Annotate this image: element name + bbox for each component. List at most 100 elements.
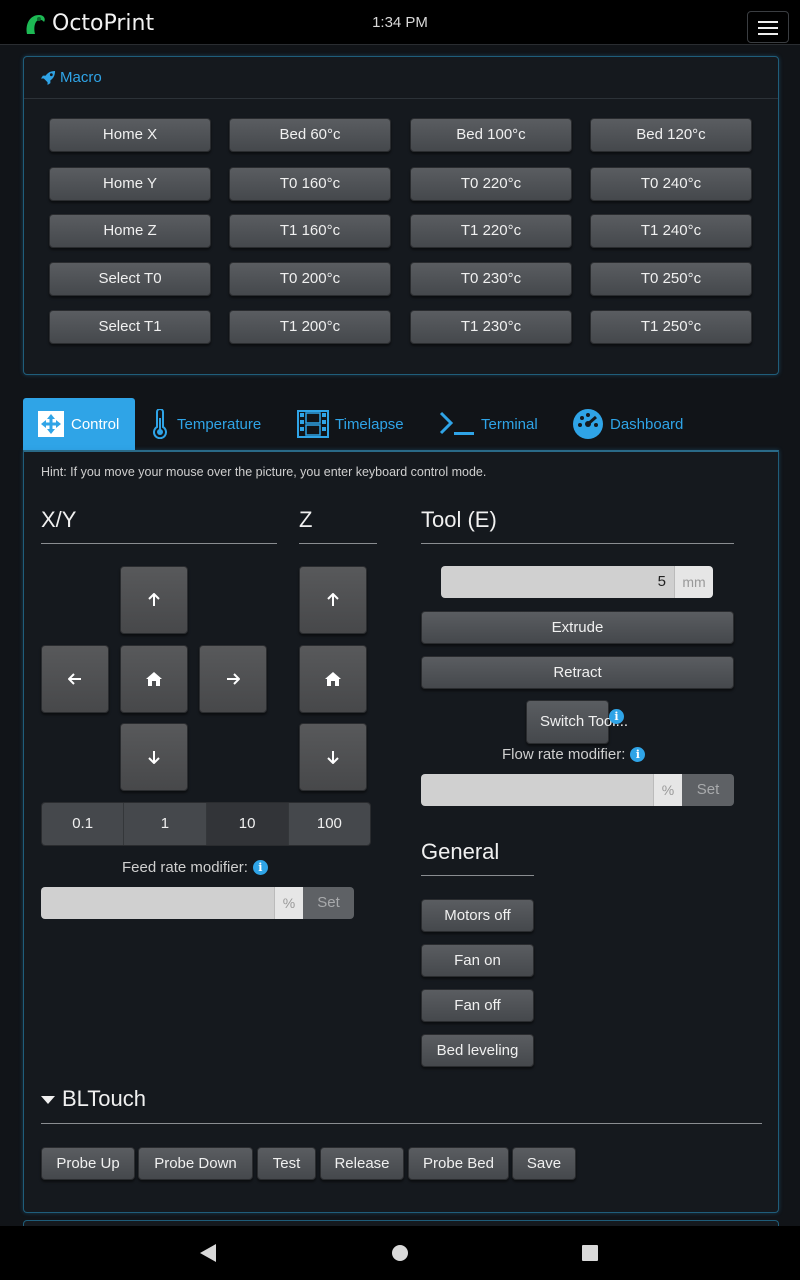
flow-rate-set-button[interactable]: Set bbox=[682, 774, 734, 806]
flow-rate-input[interactable] bbox=[421, 774, 653, 806]
home-xy-button[interactable] bbox=[120, 645, 188, 713]
macro-button[interactable]: T1 160°c bbox=[229, 214, 391, 248]
step-100-button[interactable]: 100 bbox=[288, 803, 370, 845]
bed-leveling-button[interactable]: Bed leveling bbox=[421, 1034, 534, 1067]
test-button[interactable]: Test bbox=[257, 1147, 316, 1180]
fan-off-button[interactable]: Fan off bbox=[421, 989, 534, 1022]
tab-label: Dashboard bbox=[610, 415, 684, 433]
macro-button[interactable]: T0 200°c bbox=[229, 262, 391, 296]
macro-button[interactable]: Bed 100°c bbox=[410, 118, 572, 152]
probe-bed-button[interactable]: Probe Bed bbox=[408, 1147, 509, 1180]
extrude-amount-input[interactable]: 5 bbox=[441, 566, 674, 598]
release-button[interactable]: Release bbox=[320, 1147, 404, 1180]
fan-on-button[interactable]: Fan on bbox=[421, 944, 534, 977]
jog-y-minus-button[interactable] bbox=[120, 723, 188, 791]
tab-control[interactable]: Control bbox=[23, 398, 135, 450]
extrude-amount-group: 5 mm bbox=[441, 566, 713, 598]
save-button[interactable]: Save bbox=[512, 1147, 576, 1180]
macro-button[interactable]: Select T1 bbox=[49, 310, 211, 344]
z-title: Z bbox=[299, 507, 377, 544]
macro-button[interactable]: Home Z bbox=[49, 214, 211, 248]
clock: 1:34 PM bbox=[372, 14, 428, 31]
feed-rate-input-group: % Set bbox=[41, 887, 354, 919]
macro-title: Macro bbox=[60, 69, 102, 86]
switch-tool-button[interactable]: Switch Tool... bbox=[526, 700, 628, 744]
feed-rate-unit: % bbox=[274, 887, 303, 919]
jog-z-minus-button[interactable] bbox=[299, 723, 367, 791]
probe-down-button[interactable]: Probe Down bbox=[138, 1147, 253, 1180]
hamburger-line bbox=[758, 33, 778, 35]
arrow-left-icon bbox=[68, 673, 81, 685]
macro-button[interactable]: Select T0 bbox=[49, 262, 211, 296]
macro-button[interactable]: T0 220°c bbox=[410, 167, 572, 201]
macro-button[interactable]: T1 230°c bbox=[410, 310, 572, 344]
feed-rate-label: Feed rate modifier: bbox=[122, 859, 248, 876]
film-icon bbox=[297, 410, 329, 438]
bltouch-section-toggle[interactable]: BLTouch bbox=[41, 1086, 762, 1124]
macro-button[interactable]: T0 230°c bbox=[410, 262, 572, 296]
android-navbar bbox=[0, 1226, 800, 1280]
flow-rate-unit: % bbox=[653, 774, 682, 806]
recents-square-icon bbox=[582, 1245, 598, 1261]
brand[interactable]: OctoPrint bbox=[22, 8, 154, 38]
info-icon[interactable]: i bbox=[252, 860, 268, 875]
xy-title: X/Y bbox=[41, 507, 277, 544]
flow-rate-label: Flow rate modifier: bbox=[502, 746, 626, 763]
tab-dashboard[interactable]: Dashboard bbox=[572, 398, 683, 450]
macro-button[interactable]: Bed 60°c bbox=[229, 118, 391, 152]
arrow-down-icon bbox=[148, 751, 160, 764]
home-icon bbox=[146, 672, 162, 686]
extrude-unit: mm bbox=[674, 566, 713, 598]
macro-button[interactable]: Home X bbox=[49, 118, 211, 152]
tab-temperature[interactable]: Temperature bbox=[149, 398, 261, 450]
home-button[interactable] bbox=[372, 1226, 428, 1280]
macro-button[interactable]: Bed 120°c bbox=[590, 118, 752, 152]
info-icon[interactable]: i bbox=[630, 747, 646, 762]
jog-y-plus-button[interactable] bbox=[120, 566, 188, 634]
tab-terminal[interactable]: Terminal bbox=[439, 398, 538, 450]
control-panel: Hint: If you move your mouse over the pi… bbox=[23, 450, 779, 1213]
macro-button[interactable]: T0 250°c bbox=[590, 262, 752, 296]
info-icon[interactable]: i bbox=[609, 709, 624, 724]
step-0-1-button[interactable]: 0.1 bbox=[42, 803, 125, 845]
macro-button[interactable]: T1 240°c bbox=[590, 214, 752, 248]
step-10-button[interactable]: 10 bbox=[206, 803, 289, 845]
hamburger-line bbox=[758, 21, 778, 23]
macro-button[interactable]: T1 250°c bbox=[590, 310, 752, 344]
caret-down-icon bbox=[41, 1096, 55, 1104]
top-navbar: OctoPrint 1:34 PM bbox=[0, 0, 800, 45]
macro-button[interactable]: T0 240°c bbox=[590, 167, 752, 201]
tool-title: Tool (E) bbox=[421, 507, 734, 544]
tab-label: Terminal bbox=[481, 415, 538, 433]
thermometer-icon bbox=[153, 409, 167, 439]
jog-z-plus-button[interactable] bbox=[299, 566, 367, 634]
tab-timelapse[interactable]: Timelapse bbox=[297, 398, 404, 450]
macro-button[interactable]: T1 200°c bbox=[229, 310, 391, 344]
octoprint-logo-icon bbox=[26, 15, 45, 34]
terminal-icon bbox=[439, 411, 474, 435]
home-z-button[interactable] bbox=[299, 645, 367, 713]
home-circle-icon bbox=[392, 1245, 408, 1261]
macro-button[interactable]: T1 220°c bbox=[410, 214, 572, 248]
feed-rate-set-button[interactable]: Set bbox=[303, 887, 354, 919]
probe-up-button[interactable]: Probe Up bbox=[41, 1147, 135, 1180]
jog-x-minus-button[interactable] bbox=[41, 645, 109, 713]
macro-button[interactable]: T0 160°c bbox=[229, 167, 391, 201]
tab-label: Timelapse bbox=[335, 415, 404, 433]
motors-off-button[interactable]: Motors off bbox=[421, 899, 534, 932]
hamburger-line bbox=[758, 27, 778, 29]
macro-header[interactable]: Macro bbox=[24, 57, 778, 99]
tab-label: Temperature bbox=[177, 415, 262, 433]
recents-button[interactable] bbox=[562, 1226, 618, 1280]
arrow-up-icon bbox=[327, 593, 339, 606]
extrude-button[interactable]: Extrude bbox=[421, 611, 734, 644]
macro-button[interactable]: Home Y bbox=[49, 167, 211, 201]
retract-button[interactable]: Retract bbox=[421, 656, 734, 689]
back-button[interactable] bbox=[180, 1226, 236, 1280]
hamburger-menu-button[interactable] bbox=[747, 11, 789, 43]
keyboard-hint: Hint: If you move your mouse over the pi… bbox=[41, 465, 487, 479]
feed-rate-input[interactable] bbox=[41, 887, 274, 919]
jog-x-plus-button[interactable] bbox=[199, 645, 267, 713]
brand-name: OctoPrint bbox=[52, 10, 155, 36]
step-1-button[interactable]: 1 bbox=[124, 803, 207, 845]
